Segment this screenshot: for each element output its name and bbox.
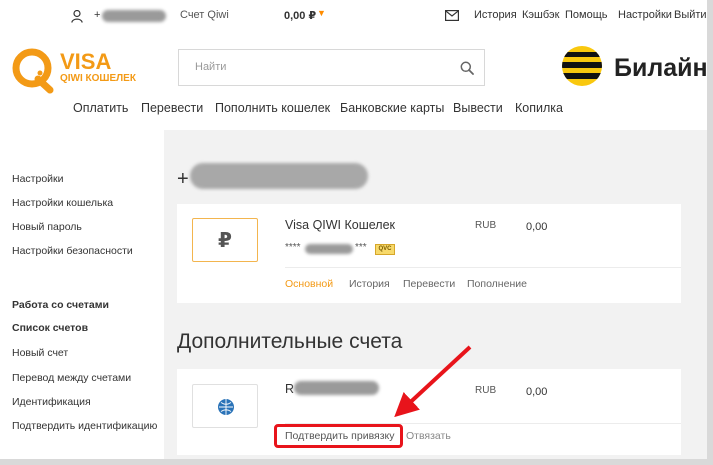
wallet-phone-prefix: + bbox=[177, 168, 189, 190]
account-name[interactable]: Visa QIWI Кошелек bbox=[285, 218, 395, 232]
additional-account-amount: 0,00 bbox=[526, 386, 548, 398]
sidebar-item-transfer-between[interactable]: Перевод между счетами bbox=[12, 372, 131, 384]
sidebar-section-title: Работа со счетами bbox=[12, 299, 109, 311]
additional-account-card: R RUB 0,00 Подтвердить привязку Отвязать bbox=[177, 369, 681, 455]
beeline-logo-icon bbox=[562, 46, 602, 86]
sidebar-item-accounts-list[interactable]: Список счетов bbox=[12, 322, 88, 334]
logout-link[interactable]: Выйти bbox=[674, 9, 707, 21]
card-divider bbox=[285, 267, 681, 268]
sidebar-item-identification[interactable]: Идентификация bbox=[12, 396, 91, 408]
nav-bank-cards[interactable]: Банковские карты bbox=[340, 101, 444, 115]
qiwi-logo-icon bbox=[12, 48, 54, 94]
main-nav: Оплатить Перевести Пополнить кошелек Бан… bbox=[0, 101, 707, 121]
action-history[interactable]: История bbox=[349, 278, 390, 290]
sidebar-item-settings[interactable]: Настройки bbox=[12, 173, 64, 185]
account-currency: RUB bbox=[475, 220, 497, 231]
logo-visa-text: VISA bbox=[60, 49, 112, 74]
nav-transfer[interactable]: Перевести bbox=[141, 101, 203, 115]
chevron-down-icon[interactable]: ▼ bbox=[317, 8, 326, 18]
ruble-icon: ₽ bbox=[192, 218, 258, 262]
search-field[interactable]: Найти bbox=[178, 49, 485, 86]
settings-link[interactable]: Настройки bbox=[618, 9, 672, 21]
account-amount: 0,00 bbox=[526, 221, 548, 233]
account-number-prefix: **** bbox=[285, 242, 301, 253]
unlink-button[interactable]: Отвязать bbox=[406, 430, 451, 442]
visa-qiwi-logo[interactable]: VISA QIWI КОШЕЛЕК bbox=[10, 46, 140, 94]
redacted-phone bbox=[102, 10, 166, 22]
balance-value[interactable]: 0,00 ₽ bbox=[284, 9, 316, 22]
sidebar-item-wallet-settings[interactable]: Настройки кошелька bbox=[12, 197, 113, 209]
logo-qiwi-text: QIWI КОШЕЛЕК bbox=[60, 73, 136, 84]
additional-account-name[interactable]: R bbox=[285, 382, 294, 396]
search-icon[interactable] bbox=[460, 61, 474, 75]
redacted-account-name bbox=[294, 381, 379, 395]
user-phone[interactable]: + bbox=[94, 9, 100, 21]
action-primary[interactable]: Основной bbox=[285, 278, 333, 290]
nav-piggy-bank[interactable]: Копилка bbox=[515, 101, 563, 115]
mail-icon[interactable] bbox=[445, 10, 459, 21]
search-placeholder: Найти bbox=[195, 61, 227, 73]
additional-account-currency: RUB bbox=[475, 385, 497, 396]
sidebar-item-new-account[interactable]: Новый счет bbox=[12, 347, 68, 359]
qvc-badge: QVC bbox=[375, 244, 395, 255]
sidebar-item-confirm-identification[interactable]: Подтвердить идентификацию bbox=[12, 420, 157, 432]
sidebar-item-security[interactable]: Настройки безопасности bbox=[12, 245, 133, 257]
webmoney-badge bbox=[192, 384, 258, 428]
nav-pay[interactable]: Оплатить bbox=[73, 101, 128, 115]
user-icon[interactable] bbox=[71, 10, 83, 23]
confirm-link-button[interactable]: Подтвердить привязку bbox=[285, 430, 395, 442]
cashback-link[interactable]: Кэшбэк bbox=[522, 9, 559, 21]
account-label: Счет Qiwi bbox=[180, 9, 229, 21]
beeline-logo-text: Билайн bbox=[614, 54, 708, 82]
additional-accounts-title: Дополнительные счета bbox=[177, 330, 403, 353]
action-transfer[interactable]: Перевести bbox=[403, 278, 455, 290]
primary-account-card: ₽ Visa QIWI Кошелек RUB 0,00 **** *** QV… bbox=[177, 204, 681, 303]
history-link[interactable]: История bbox=[474, 9, 517, 21]
nav-topup[interactable]: Пополнить кошелек bbox=[215, 101, 330, 115]
redacted-account-number bbox=[305, 244, 353, 254]
redacted-wallet-phone bbox=[190, 163, 368, 189]
help-link[interactable]: Помощь bbox=[565, 9, 608, 21]
nav-withdraw[interactable]: Вывести bbox=[453, 101, 503, 115]
sidebar-item-new-password[interactable]: Новый пароль bbox=[12, 221, 82, 233]
top-bar: + Счет Qiwi 0,00 ₽ ▼ История Кэшбэк Помо… bbox=[0, 0, 707, 32]
action-topup[interactable]: Пополнение bbox=[467, 278, 527, 290]
webmoney-globe-icon bbox=[218, 399, 234, 415]
account-number-suffix: *** bbox=[355, 242, 367, 253]
